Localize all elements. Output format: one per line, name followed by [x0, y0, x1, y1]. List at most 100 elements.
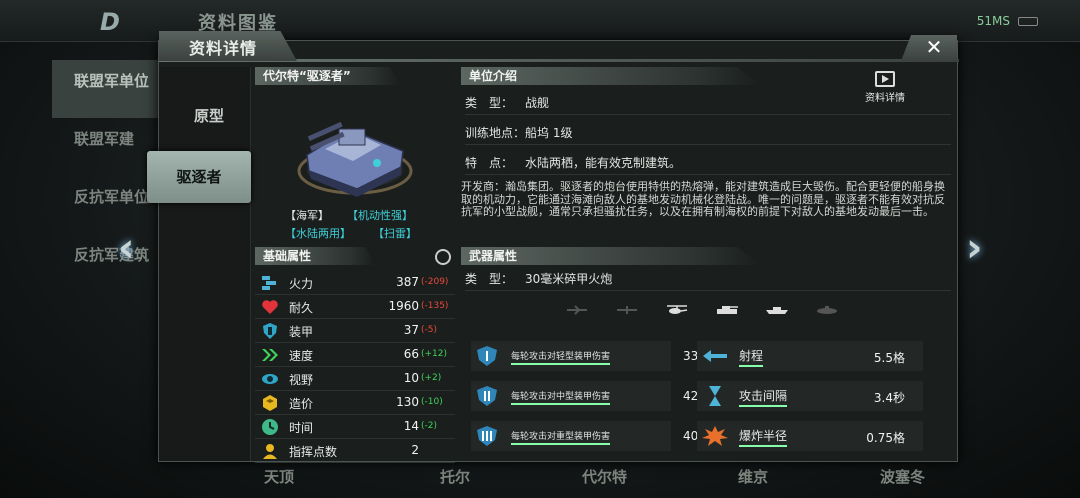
stat-value: 5.5格 — [873, 351, 905, 365]
attr-row: 指挥点数 2 — [255, 439, 455, 463]
refresh-icon[interactable] — [435, 249, 451, 265]
clock-icon — [262, 419, 278, 435]
unit-description: 开发商：瀚岛集团。驱逐者的炮台使用特供的热熔弹，能对建筑造成巨大毁伤。配合更轻便… — [461, 180, 945, 218]
info-panel: 单位介绍 资料详情 类 型： 战舰 训练地点：船坞 1级 特 点： 水陆两栖，能有效… — [461, 67, 955, 461]
detail-modal: 资料详情 ✕ 原型 驱逐者 代尔特“驱逐者” 【海军】 【机动性强】 【水陆两用… — [147, 31, 959, 463]
unit-panel: 代尔特“驱逐者” 【海军】 【机动性强】 【水陆两用】 【扫雷】 基础属性 火力… — [255, 67, 455, 463]
attr-row: 装甲 37 (-5) — [255, 319, 455, 343]
attr-row: 造价 130 (-10) — [255, 391, 455, 415]
jet-icon — [567, 305, 587, 315]
heavy-armor-icon — [477, 426, 497, 446]
battery-icon — [1018, 17, 1038, 26]
attr-value: 10 — [403, 371, 419, 385]
stat-row-blast: 爆炸半径 0.75格 — [697, 421, 923, 451]
cube-icon — [263, 395, 277, 411]
damage-label: 每轮攻击对重型装甲伤害 — [511, 429, 611, 445]
attr-delta: (-10) — [421, 397, 443, 407]
attr-row: 视野 10 (+2) — [255, 367, 455, 391]
unit-name: 代尔特“驱逐者” — [255, 67, 401, 85]
tank-icon — [717, 306, 738, 314]
submarine-icon — [817, 306, 837, 314]
feature-key: 特 点： — [465, 156, 514, 170]
attr-name: 指挥点数 — [289, 445, 338, 459]
attr-name: 耐久 — [289, 301, 314, 315]
attr-delta: (-5) — [421, 325, 437, 335]
range-icon — [703, 350, 727, 362]
next-arrow-icon[interactable]: › — [966, 228, 996, 270]
damage-row-medium: 每轮攻击对中型装甲伤害 — [471, 381, 671, 411]
stat-value: 0.75格 — [866, 431, 905, 445]
back-logo-icon[interactable]: D — [100, 8, 142, 36]
attr-name: 速度 — [289, 349, 314, 363]
attr-row: 火力 387 (-209) — [255, 271, 455, 295]
modal-title: 资料详情 — [159, 31, 297, 61]
type-value: 战舰 — [525, 96, 550, 110]
heart-icon — [262, 300, 278, 314]
attr-name: 装甲 — [289, 325, 314, 339]
sidebar-item-rebel-units[interactable]: 反抗军单位 — [52, 176, 160, 234]
base-attrs-list: 火力 387 (-209) 耐久 1960 (-135) 装甲 37 (-5) … — [255, 271, 455, 463]
attr-value: 130 — [396, 395, 419, 409]
training-row: 训练地点：船坞 1级 — [465, 121, 951, 145]
light-armor-icon — [477, 346, 497, 366]
explosion-icon — [702, 426, 728, 446]
weapon-type-row: 类 型： 30毫米碎甲火炮 — [465, 267, 951, 291]
bottom-item-poseidon[interactable]: 波塞冬 — [880, 466, 925, 487]
damage-row-heavy: 每轮攻击对重型装甲伤害 — [471, 421, 671, 451]
helicopter-icon — [667, 305, 688, 314]
base-attrs-title: 基础属性 — [255, 247, 375, 265]
sidebar-item-alliance-buildings[interactable]: 联盟军建 — [52, 118, 160, 176]
command-point-icon — [263, 444, 277, 459]
attr-name: 视野 — [289, 373, 314, 387]
attr-delta: (+12) — [421, 349, 448, 359]
unit-intro-title: 单位介绍 — [461, 67, 761, 85]
type-key: 类 型： — [465, 96, 514, 110]
network-status: 51MS — [976, 14, 1010, 28]
tab-destroyer[interactable]: 驱逐者 — [147, 151, 251, 203]
tag-amphibious: 【水陆两用】 — [285, 227, 351, 240]
tag-minesweep: 【扫雷】 — [373, 227, 417, 240]
prev-arrow-icon[interactable]: ‹ — [118, 228, 148, 270]
tab-prototype[interactable]: 原型 — [173, 105, 245, 126]
stat-row-interval: 攻击间隔 3.4秒 — [697, 381, 923, 411]
hourglass-icon — [709, 386, 721, 406]
bottom-item-zenith[interactable]: 天顶 — [264, 466, 294, 487]
target-types — [465, 295, 951, 325]
attr-delta: (+2) — [421, 373, 442, 383]
eye-icon — [262, 374, 278, 384]
stat-value: 3.4秒 — [873, 391, 905, 405]
screen: { "app": { "title": "资料图鉴", "status": "5… — [0, 0, 1080, 498]
attr-value: 66 — [403, 347, 419, 361]
speed-chevron-icon — [262, 349, 278, 361]
bottom-item-delta[interactable]: 代尔特 — [582, 466, 627, 487]
firepower-icon — [262, 276, 276, 290]
training-key: 训练地点： — [465, 126, 526, 140]
attr-delta: (-2) — [421, 421, 437, 431]
attr-delta: (-135) — [421, 301, 449, 311]
attr-name: 火力 — [289, 277, 314, 291]
attr-row: 速度 66 (+12) — [255, 343, 455, 367]
bottom-item-viking[interactable]: 维京 — [738, 466, 768, 487]
attr-row: 时间 14 (-2) — [255, 415, 455, 439]
medium-armor-icon — [477, 386, 497, 406]
feature-row: 特 点： 水陆两栖，能有效克制建筑。 — [465, 151, 951, 175]
variant-tabs: 原型 驱逐者 — [147, 67, 251, 461]
attr-value: 14 — [403, 419, 419, 433]
unit-portrait — [297, 121, 413, 197]
weapon-type-key: 类 型： — [465, 272, 514, 286]
attr-value: 387 — [396, 275, 419, 289]
stat-row-range: 射程 5.5格 — [697, 341, 923, 371]
tag-navy: 【海军】 — [285, 209, 329, 222]
plane-icon — [617, 306, 637, 314]
sidebar-item-alliance-units[interactable]: 联盟军单位 — [52, 60, 160, 118]
bottom-item-thor[interactable]: 托尔 — [440, 466, 470, 487]
attr-row: 耐久 1960 (-135) — [255, 295, 455, 319]
shield-icon — [263, 323, 277, 339]
stat-label: 射程 — [739, 347, 764, 367]
attr-delta: (-209) — [421, 277, 449, 287]
damage-label: 每轮攻击对中型装甲伤害 — [511, 389, 611, 405]
video-icon — [875, 71, 895, 87]
stat-label: 爆炸半径 — [739, 427, 788, 447]
damage-label: 每轮攻击对轻型装甲伤害 — [511, 349, 611, 365]
attr-name: 时间 — [289, 421, 314, 435]
